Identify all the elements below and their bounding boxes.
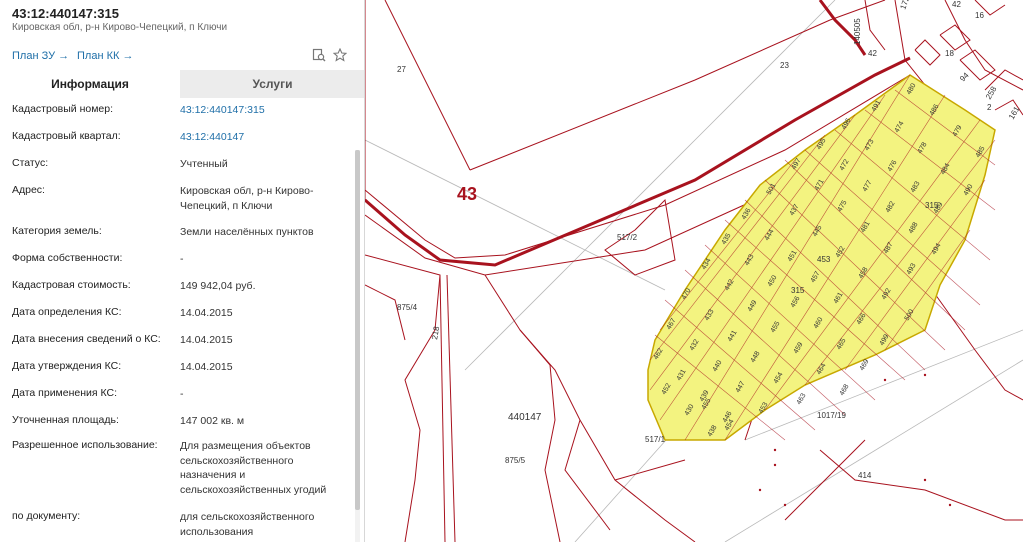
row-value: Для размещения объектов сельскохозяйстве… (180, 440, 327, 496)
parcel-label: 875/5 (505, 456, 526, 465)
row-label: по документу: (12, 510, 81, 522)
tab-information[interactable]: Информация (0, 70, 180, 98)
row-label: Дата утверждения КС: (12, 360, 122, 372)
scrollbar-thumb[interactable] (355, 150, 360, 510)
row-value: 147 002 кв. м (180, 415, 245, 427)
row-value: 14.04.2015 (180, 334, 233, 346)
quarter-label: 43 (457, 184, 477, 204)
row-value: 149 942,04 руб. (180, 280, 256, 292)
row-label: Кадастровая стоимость: (12, 279, 131, 291)
quarter-number-label: 440147 (508, 412, 542, 423)
row-label: Уточненная площадь: (12, 414, 119, 426)
parcel-label: 18 (945, 49, 954, 58)
row-value: 14.04.2015 (180, 361, 233, 373)
parcel-label: 1017/19 (817, 411, 846, 420)
parcel-label: 453 (817, 255, 831, 264)
row-value: для сельскохозяйственного использования (180, 511, 315, 538)
map-canvas[interactable]: 4804864794854914744784844904964734764834… (364, 0, 1023, 543)
parcel-label: 161 (1007, 104, 1022, 121)
row-value: 14.04.2015 (180, 307, 233, 319)
row-label: Кадастровый квартал: (12, 130, 121, 142)
parcel-label: 315 (925, 201, 939, 210)
row-value: Кировская обл, р-н Кирово-Чепецкий, п Кл… (180, 185, 314, 212)
row-label: Форма собственности: (12, 252, 123, 264)
parcel-label: 42 (952, 0, 961, 9)
parcel-label: 27 (397, 65, 406, 74)
cadastral-title: 43:12:440147:315 (12, 6, 119, 21)
plan-zu-link[interactable]: План ЗУ → (12, 50, 69, 62)
row-value: - (180, 388, 184, 400)
row-label: Статус: (12, 157, 49, 169)
row-label: Адрес: (12, 184, 45, 196)
row-value: - (180, 253, 184, 265)
row-label: Дата определения КС: (12, 306, 122, 318)
cadastral-map[interactable]: 480 486 479 485 491 474 478 484 490 496 473 476 483 4… (364, 0, 1023, 543)
parcel-label: 140505 (853, 18, 862, 45)
parcel-label: 16 (975, 11, 984, 20)
parcel-label: 258 (984, 84, 999, 101)
parcel-label: 2 (987, 103, 992, 112)
row-label: Кадастровый номер: (12, 103, 114, 115)
row-value: Земли населённых пунктов (180, 226, 314, 238)
search-document-icon[interactable] (312, 48, 326, 62)
parcel-label: 414 (858, 471, 872, 480)
parcel-label: 517/2 (617, 233, 638, 242)
parcel-label: 94 (958, 70, 971, 83)
tab-services[interactable]: Услуги (180, 70, 364, 98)
row-label: Дата применения КС: (12, 387, 118, 399)
parcel-label: 875/4 (397, 303, 418, 312)
cadastral-quarter-link[interactable]: 43:12:440147 (180, 130, 350, 145)
row-label: Разрешенное использование: (12, 439, 158, 451)
address-subtitle: Кировская обл, р-н Кирово-Чепецкий, п Кл… (12, 22, 228, 33)
plan-kk-link[interactable]: План КК → (77, 50, 133, 62)
tab-bar: Информация Услуги (0, 70, 364, 98)
parcel-label: 172 (898, 0, 911, 11)
cadastral-number-link[interactable]: 43:12:440147:315 (180, 103, 350, 118)
row-label: Дата внесения сведений о КС: (12, 333, 161, 345)
lot-number: 463 (796, 392, 808, 406)
lot-number: 468 (839, 383, 851, 397)
parcel-label: 218 (430, 325, 441, 340)
info-panel: 43:12:440147:315 Кировская обл, р-н Киро… (0, 0, 365, 542)
star-icon[interactable] (333, 48, 347, 62)
parcel-label: 517/1 (645, 435, 666, 444)
parcel-label: 23 (780, 61, 789, 70)
parcel-label: 42 (868, 49, 877, 58)
parcel-label: 315 (791, 286, 805, 295)
row-value: Учтенный (180, 158, 228, 170)
row-label: Категория земель: (12, 225, 102, 237)
